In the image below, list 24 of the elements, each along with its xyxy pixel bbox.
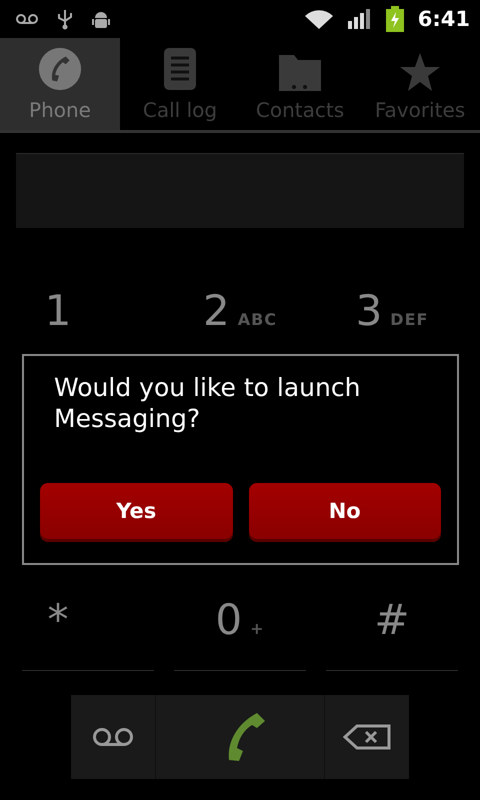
voicemail-icon <box>15 13 39 25</box>
android-debug-icon <box>91 9 111 29</box>
tab[interactable]: Phone <box>0 38 120 130</box>
dial-key[interactable]: 1 <box>44 286 72 334</box>
cancel-button[interactable]: No <box>248 483 441 539</box>
confirm-button[interactable]: Yes <box>40 483 232 539</box>
wifi-icon <box>304 8 334 30</box>
folder-icon <box>278 54 322 92</box>
star-icon <box>399 52 441 92</box>
dial-key[interactable]: # <box>374 594 410 644</box>
dial-key[interactable]: 3 DEF <box>356 286 428 334</box>
battery-charging-icon <box>386 6 404 32</box>
dial-key[interactable]: 2 ABC <box>202 286 278 334</box>
dialed-number-field[interactable] <box>16 153 464 228</box>
voicemail-icon[interactable] <box>92 727 134 747</box>
usb-icon <box>57 8 73 30</box>
dial-key[interactable]: * <box>48 594 68 644</box>
backspace-icon[interactable] <box>343 724 391 750</box>
dial-key[interactable]: 0 + <box>215 594 265 644</box>
clock-time: 6:41 <box>418 7 470 31</box>
dialog-message: Would you like to launch Messaging? <box>53 372 362 434</box>
list-icon <box>162 46 198 92</box>
phone-icon <box>36 46 84 92</box>
signal-icon <box>348 9 372 29</box>
